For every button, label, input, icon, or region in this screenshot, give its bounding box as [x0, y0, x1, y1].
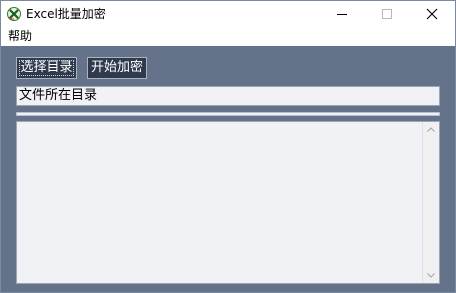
scroll-down-icon[interactable] — [423, 267, 439, 283]
close-icon — [426, 8, 438, 20]
app-window: Excel批量加密 帮助 选择目录 开始加密 文件所在目录 — [0, 0, 456, 293]
start-encrypt-label: 开始加密 — [90, 60, 143, 75]
menu-item-help[interactable]: 帮助 — [8, 29, 32, 44]
maximize-icon — [382, 9, 392, 19]
focus-indicator — [19, 60, 74, 76]
minimize-icon — [337, 14, 347, 15]
log-textarea[interactable] — [16, 121, 440, 284]
vertical-scrollbar[interactable] — [422, 122, 439, 283]
title-bar[interactable]: Excel批量加密 — [1, 1, 455, 27]
window-title: Excel批量加密 — [26, 7, 106, 21]
menu-bar: 帮助 — [1, 27, 455, 46]
minimize-button[interactable] — [319, 1, 364, 27]
excel-icon — [7, 6, 21, 21]
maximize-button[interactable] — [364, 1, 409, 27]
main-panel: 选择目录 开始加密 文件所在目录 — [1, 46, 455, 292]
select-directory-button[interactable]: 选择目录 — [16, 57, 77, 79]
directory-path-value: 文件所在目录 — [19, 88, 98, 103]
start-encrypt-button[interactable]: 开始加密 — [87, 57, 147, 79]
close-button[interactable] — [409, 1, 454, 27]
directory-path-field[interactable]: 文件所在目录 — [16, 86, 440, 106]
progress-bar — [16, 112, 440, 116]
scroll-up-icon[interactable] — [423, 122, 439, 138]
